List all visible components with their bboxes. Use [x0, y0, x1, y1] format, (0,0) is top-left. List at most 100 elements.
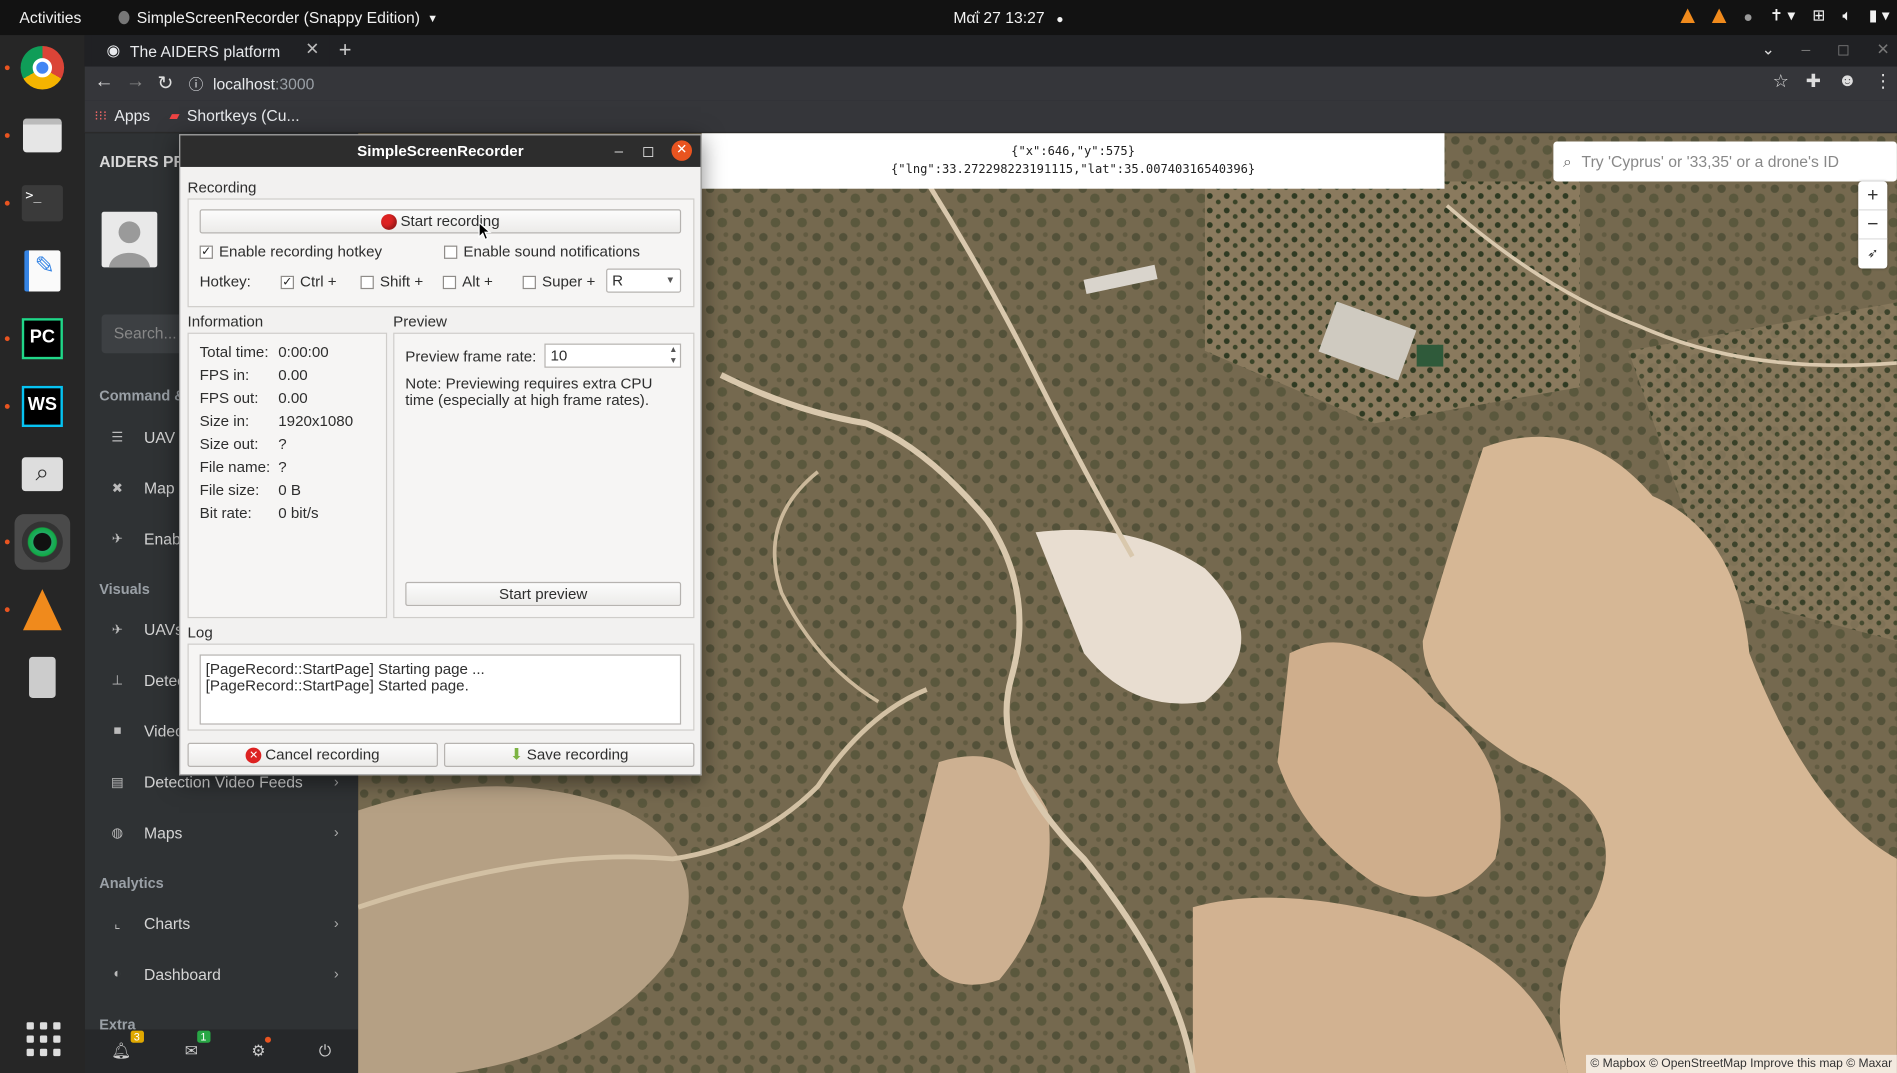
webstorm-icon: WS — [21, 385, 63, 428]
vlc-tray-icon[interactable] — [1680, 8, 1696, 23]
ssr-title-bar[interactable]: SimpleScreenRecorder – ◻ ✕ — [180, 135, 701, 167]
power-icon[interactable]: ⏻ — [319, 1042, 331, 1061]
shift-checkbox[interactable]: Shift + — [360, 273, 423, 290]
profile-icon[interactable]: ☻ — [1838, 70, 1857, 92]
app-menu-label: SimpleScreenRecorder (Snappy Edition) — [136, 8, 420, 27]
notifications-bell-icon[interactable]: 🔔︎ 3 — [111, 1030, 144, 1061]
save-recording-button[interactable]: ⬇ Save recording — [443, 742, 695, 767]
preview-rate-spinbox[interactable]: 10 ▲ ▼ — [544, 343, 682, 368]
drone-icon: ✈ — [111, 622, 123, 637]
tray-app-icon[interactable]: ● — [1743, 7, 1753, 25]
log-line: [PageRecord::StartPage] Started page. — [205, 677, 469, 695]
extensions-icon[interactable]: ✚ — [1806, 70, 1821, 92]
show-applications-icon[interactable] — [26, 1022, 61, 1057]
new-tab-button[interactable]: + — [339, 38, 352, 63]
screen-recorder-launcher[interactable] — [14, 514, 71, 570]
globe-icon: ◉ — [106, 41, 121, 60]
terminal-launcher[interactable]: >_ — [15, 175, 71, 231]
vlc-launcher[interactable] — [15, 582, 71, 638]
clock[interactable]: Μαΐ 27 13:27 ● — [953, 8, 1063, 26]
sidebar-item-label: Video — [143, 721, 184, 740]
preview-rate-label: Preview frame rate: — [405, 348, 537, 366]
forward-icon[interactable]: → — [126, 71, 145, 93]
profile-dropdown-icon[interactable]: ⌄ — [1762, 40, 1775, 59]
address-bar[interactable]: ⓘ localhost:3000 — [189, 70, 1810, 97]
minimize-icon[interactable]: – — [1801, 40, 1810, 59]
settings-gear-icon[interactable]: ⚙ — [251, 1036, 272, 1061]
chevron-down-icon: ▼ — [665, 274, 676, 286]
more-menu-icon[interactable]: ⋮ — [1874, 70, 1892, 92]
image-viewer-launcher[interactable]: ⌕ — [15, 446, 71, 502]
super-checkbox[interactable]: Super + — [522, 273, 595, 290]
map-search-input[interactable]: ⌕ Try 'Cyprus' or '33,35' or a drone's I… — [1553, 141, 1897, 182]
zoom-controls: + − ➶ — [1858, 181, 1888, 269]
usb-drive-launcher[interactable] — [15, 650, 71, 706]
sidebar-item-dashboard[interactable]: ◐ Dashboard › — [99, 957, 348, 991]
alt-checkbox[interactable]: Alt + — [442, 273, 493, 290]
maximize-icon[interactable]: ◻ — [1837, 40, 1850, 59]
compass-icon[interactable]: ➶ — [1858, 240, 1887, 269]
terminal-icon: >_ — [21, 185, 63, 222]
back-icon[interactable]: ← — [94, 71, 113, 93]
close-tab-icon[interactable]: ✕ — [305, 39, 319, 60]
log-textarea[interactable]: [PageRecord::StartPage] Starting page ..… — [199, 654, 682, 725]
drone-icon: ✈ — [111, 531, 123, 547]
coords-lnglat-line: {"lng":33.272298223191115,"lat":35.00740… — [890, 163, 1256, 177]
avatar[interactable] — [101, 211, 158, 268]
enable-sound-checkbox[interactable]: Enable sound notifications — [443, 243, 640, 260]
maximize-icon[interactable]: ◻ — [642, 135, 655, 166]
zoom-out-button[interactable]: − — [1858, 210, 1888, 240]
zoom-in-button[interactable]: + — [1858, 181, 1888, 211]
info-value: ? — [278, 435, 287, 453]
spin-arrows-icon[interactable]: ▲ ▼ — [669, 345, 677, 367]
chrome-launcher[interactable] — [15, 40, 71, 96]
apps-grid-icon: ⁝⁝⁝ — [94, 108, 108, 124]
pycharm-launcher[interactable]: PC — [15, 311, 71, 367]
close-icon[interactable]: ✕ — [1877, 40, 1890, 59]
info-row-total-time: Total time: 0:00:00 — [200, 344, 329, 361]
battery-icon[interactable]: ▮ ▾ — [1869, 6, 1890, 25]
system-tray: ● ✝ ▾ ⊞ 🔈︎ ▮ ▾ — [1680, 6, 1890, 25]
ctrl-checkbox[interactable]: ✓ Ctrl + — [280, 273, 337, 290]
info-key: File name: — [199, 458, 271, 476]
video-icon: ■ — [113, 723, 122, 738]
start-recording-button[interactable]: Start recording — [199, 209, 682, 234]
preview-note: Note: Previewing requires extra CPU time… — [405, 375, 653, 409]
checkbox-unchecked — [360, 275, 374, 289]
sidebar-item-maps[interactable]: ◍ Maps › — [99, 815, 348, 849]
vlc-tray-icon-2[interactable] — [1711, 8, 1727, 23]
info-row-file-size: File size: 0 B — [200, 481, 301, 498]
start-preview-button[interactable]: Start preview — [405, 581, 682, 607]
enable-hotkey-checkbox[interactable]: ✓ Enable recording hotkey — [199, 243, 382, 260]
files-launcher[interactable] — [15, 108, 71, 164]
cancel-recording-button[interactable]: ✕ Cancel recording — [187, 742, 438, 767]
info-row-bit-rate: Bit rate: 0 bit/s — [200, 504, 319, 521]
checkbox-unchecked — [442, 275, 457, 289]
messages-icon[interactable]: ✉ 1 — [185, 1030, 211, 1061]
browser-tab[interactable]: ◉ The AIDERS platform ✕ — [91, 35, 330, 67]
info-value: 1920x1080 — [278, 412, 354, 430]
preview-rate-value: 10 — [550, 347, 568, 365]
app-menu[interactable]: SimpleScreenRecorder (Snappy Edition) ▼ — [118, 8, 438, 27]
bookmark-star-icon[interactable]: ☆ — [1773, 70, 1789, 92]
activities-button[interactable]: Activities — [19, 8, 81, 26]
network-icon[interactable]: ⊞ — [1812, 6, 1825, 25]
chevron-right-icon: › — [333, 823, 339, 841]
minimize-icon[interactable]: – — [615, 135, 623, 166]
sidebar-item-label: Enab — [143, 529, 181, 548]
sidebar-item-label: Maps — [143, 823, 183, 842]
webstorm-launcher[interactable]: WS — [15, 379, 71, 435]
close-icon[interactable]: ✕ — [671, 140, 693, 161]
map-attribution[interactable]: © Mapbox © OpenStreetMap Improve this ma… — [1585, 1054, 1897, 1073]
accessibility-icon[interactable]: ✝ ▾ — [1770, 6, 1795, 25]
bookmark-apps[interactable]: ⁝⁝⁝ Apps — [94, 106, 150, 124]
hotkey-key-select[interactable]: R ▼ — [606, 268, 682, 293]
section-command: Command & — [99, 387, 185, 405]
volume-icon[interactable]: 🔈︎ — [1842, 6, 1851, 25]
sidebar-item-charts[interactable]: ⌞ Charts › — [99, 906, 348, 940]
url-host: localhost — [212, 74, 276, 93]
bookmark-shortkeys[interactable]: ▰ Shortkeys (Cu... — [169, 106, 299, 124]
clock-label: Μαΐ 27 13:27 — [953, 8, 1045, 27]
reload-icon[interactable]: ↻ — [157, 71, 173, 95]
text-editor-launcher[interactable]: ✎ — [15, 243, 71, 299]
